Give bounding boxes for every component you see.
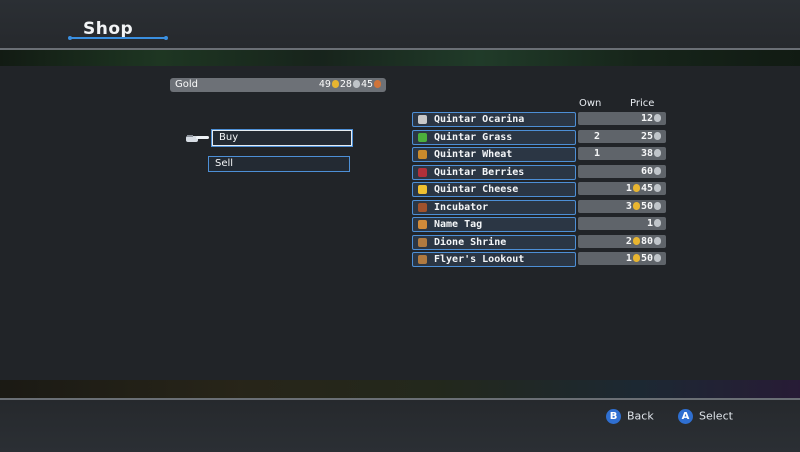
item-owned: 2	[594, 130, 601, 142]
gold-amount: 49 28 45	[319, 78, 382, 92]
back-label: Back	[627, 409, 654, 423]
price-silver: 12	[640, 113, 653, 124]
item-name: Flyer's Lookout	[434, 254, 525, 265]
select-hint[interactable]: A Select	[678, 409, 733, 424]
ocarina-icon	[418, 115, 427, 124]
silver-coin-icon	[654, 184, 661, 192]
cheese-icon	[418, 185, 427, 194]
lookout-icon	[418, 255, 427, 264]
silver-coin-icon	[654, 149, 661, 157]
item-value-cell: 1 38	[578, 147, 666, 160]
incubator-icon	[418, 202, 427, 212]
bottom-bar	[0, 398, 800, 452]
item-name: Quintar Grass	[434, 131, 513, 143]
item-name-cell[interactable]: Quintar Ocarina	[412, 112, 576, 127]
b-button-icon: B	[606, 409, 621, 424]
silver-coin-icon	[654, 254, 661, 262]
item-name-cell[interactable]: Quintar Berries	[412, 164, 576, 180]
item-name-cell[interactable]: Incubator	[412, 199, 576, 215]
price-silver: 80	[640, 235, 653, 247]
silver-coin-icon	[654, 114, 661, 122]
item-name: Dione Shrine	[434, 236, 507, 248]
gold-coin-icon	[331, 80, 339, 88]
price-silver: 50	[640, 253, 653, 264]
price-silver: 60	[640, 165, 653, 177]
item-price: 3 50	[626, 200, 662, 213]
item-price: 2 80	[626, 235, 662, 248]
pointing-hand-icon	[186, 135, 209, 142]
silver-coin-icon	[654, 236, 661, 245]
item-value-cell: 1	[578, 217, 666, 230]
buy-button[interactable]: Buy	[212, 130, 352, 146]
silver-coin-icon	[654, 219, 661, 227]
grass-icon	[418, 132, 427, 142]
price-gold: 2	[625, 235, 632, 247]
price-silver: 25	[640, 130, 653, 142]
item-price: 1 50	[626, 252, 662, 265]
item-name-cell[interactable]: Quintar Wheat	[412, 147, 576, 162]
item-name-cell[interactable]: Dione Shrine	[412, 234, 576, 250]
item-value-cell: 2 25	[578, 129, 666, 143]
item-name-cell[interactable]: Quintar Grass	[412, 129, 576, 145]
item-name: Incubator	[434, 201, 489, 213]
item-price: 1	[647, 217, 662, 230]
item-price: 38	[641, 147, 662, 160]
item-name-cell[interactable]: Name Tag	[412, 217, 576, 232]
item-name: Quintar Berries	[434, 166, 525, 178]
item-value-cell: 60	[578, 164, 666, 178]
page-title: Shop	[83, 19, 134, 39]
silver-coin-icon	[654, 166, 661, 175]
price-gold: 3	[625, 200, 632, 212]
item-price: 12	[641, 112, 662, 125]
item-value-cell: 12	[578, 112, 666, 125]
wheat-icon	[418, 150, 427, 159]
berries-icon	[418, 167, 427, 177]
background-scene-top	[0, 50, 800, 66]
price-gold: 1	[625, 183, 632, 194]
item-name: Quintar Cheese	[434, 184, 519, 195]
price-column-header: Price	[630, 98, 655, 109]
item-price: 60	[641, 165, 662, 178]
gold-coins-value: 49	[318, 79, 331, 90]
shop-panel-background	[0, 66, 800, 380]
price-silver: 45	[640, 183, 653, 194]
item-owned: 1	[594, 148, 601, 159]
title-underline	[68, 36, 168, 40]
silver-coin-icon	[654, 201, 661, 210]
item-name-cell[interactable]: Flyer's Lookout	[412, 252, 576, 267]
gold-coin-icon	[632, 254, 640, 262]
copper-coins-value: 45	[360, 79, 373, 90]
item-name: Name Tag	[434, 219, 483, 230]
silver-coins-value: 28	[339, 79, 352, 90]
gold-display: Gold 49 28 45	[170, 78, 386, 92]
price-gold: 1	[625, 253, 632, 264]
tag-icon	[418, 220, 427, 229]
copper-coin-icon	[374, 80, 381, 88]
item-value-cell: 3 50	[578, 199, 666, 213]
item-name: Quintar Wheat	[434, 149, 513, 160]
item-name: Quintar Ocarina	[434, 114, 525, 125]
select-label: Select	[699, 409, 733, 423]
gold-coin-icon	[632, 201, 640, 210]
item-name-cell[interactable]: Quintar Cheese	[412, 182, 576, 197]
item-value-cell: 1 50	[578, 252, 666, 265]
back-hint[interactable]: B Back	[606, 409, 654, 424]
price-silver: 50	[640, 200, 653, 212]
own-column-header: Own	[579, 98, 602, 109]
item-value-cell: 2 80	[578, 234, 666, 248]
price-silver: 38	[640, 148, 653, 159]
item-value-cell: 1 45	[578, 182, 666, 195]
a-button-icon: A	[678, 409, 693, 424]
gold-coin-icon	[632, 236, 640, 245]
sell-button[interactable]: Sell	[208, 156, 350, 172]
gold-coin-icon	[632, 184, 640, 192]
item-price: 1 45	[626, 182, 662, 195]
silver-coin-icon	[654, 131, 661, 140]
item-price: 25	[641, 130, 662, 143]
shrine-icon	[418, 237, 427, 247]
silver-coin-icon	[352, 80, 360, 88]
gold-label: Gold	[175, 79, 198, 90]
price-silver: 1	[646, 218, 653, 229]
background-scene-bottom	[0, 380, 800, 398]
